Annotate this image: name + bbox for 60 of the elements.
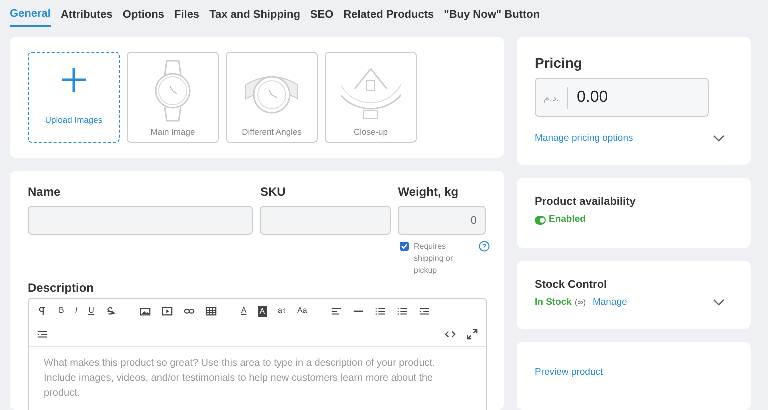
toolbar-button[interactable]: Aa xyxy=(298,307,308,315)
toolbar-button[interactable]: a↕ xyxy=(278,307,286,315)
video-icon[interactable] xyxy=(162,306,174,316)
field-label: Description xyxy=(28,280,96,297)
tab[interactable]: Options xyxy=(122,6,164,27)
toolbar-button[interactable]: U xyxy=(88,307,94,315)
indent-icon[interactable] xyxy=(419,306,430,316)
text-field[interactable] xyxy=(28,206,254,235)
field-label: SKU xyxy=(260,184,287,201)
toolbar-button[interactable]: A xyxy=(241,307,247,315)
image-tile[interactable]: Main Image xyxy=(127,52,219,143)
help-icon[interactable] xyxy=(479,241,490,252)
tile-label: Main Image xyxy=(150,126,196,139)
card-title: Product availability xyxy=(535,195,637,210)
field-label: Weight, kg xyxy=(398,184,460,201)
plus-icon xyxy=(60,66,88,94)
text-field[interactable] xyxy=(260,206,392,235)
stock-status: In Stock xyxy=(535,296,572,310)
stock-count: (∞) xyxy=(574,297,586,310)
image-icon[interactable] xyxy=(140,306,152,316)
align-left-icon[interactable] xyxy=(331,306,342,316)
manage-link[interactable]: Manage xyxy=(592,296,628,310)
status-label: Enabled xyxy=(549,213,586,227)
code-icon[interactable] xyxy=(445,329,456,340)
price-value: 0.00 xyxy=(576,88,610,108)
description-field[interactable]: What makes this product so great? Use this area to type in a description of your product. Include images, videos, and/or testimonials to help new customers learn more about the product. xyxy=(29,347,486,405)
tab[interactable]: Related Products xyxy=(344,6,434,27)
text-field[interactable]: 0 xyxy=(398,206,486,235)
tile-label: Different Angles xyxy=(242,126,302,139)
tab[interactable]: "Buy Now" Button xyxy=(444,6,540,27)
toolbar-button[interactable]: A xyxy=(258,306,268,316)
card-title: Pricing xyxy=(535,54,584,73)
toolbar-button[interactable]: B xyxy=(59,307,64,315)
image-tile[interactable]: Different Angles xyxy=(226,52,318,143)
card-title: Stock Control xyxy=(535,278,608,293)
table-icon[interactable] xyxy=(206,306,218,316)
strikethrough-icon[interactable] xyxy=(105,306,116,316)
paragraph-icon[interactable] xyxy=(37,306,48,316)
list-icon[interactable] xyxy=(397,306,408,316)
chevron-down-icon[interactable] xyxy=(713,299,725,308)
tile-label: Close-up xyxy=(354,126,388,139)
pricing-link[interactable]: Manage pricing options xyxy=(535,132,634,146)
checkbox-label: Requires shipping or pickup xyxy=(414,241,454,277)
toolbar-button[interactable]: I xyxy=(75,307,78,315)
tile-label: Upload Images xyxy=(45,114,103,127)
fullscreen-icon[interactable] xyxy=(467,329,478,340)
currency-label: د.م. xyxy=(536,86,568,108)
chevron-down-icon[interactable] xyxy=(713,135,725,144)
toggle-switch[interactable] xyxy=(535,216,546,225)
image-tile[interactable]: Close-up xyxy=(325,52,417,143)
checkbox[interactable] xyxy=(400,242,409,251)
tab[interactable]: Tax and Shipping xyxy=(210,6,300,27)
indent-icon[interactable] xyxy=(37,329,48,340)
tab[interactable]: Attributes xyxy=(60,6,113,27)
tab[interactable]: SEO xyxy=(310,6,334,27)
list-icon[interactable] xyxy=(375,306,386,316)
upload-tile[interactable]: Upload Images xyxy=(28,52,120,143)
tab[interactable]: Files xyxy=(174,6,200,27)
field-label: Name xyxy=(28,184,62,201)
preview-link[interactable]: Preview product xyxy=(535,367,604,378)
